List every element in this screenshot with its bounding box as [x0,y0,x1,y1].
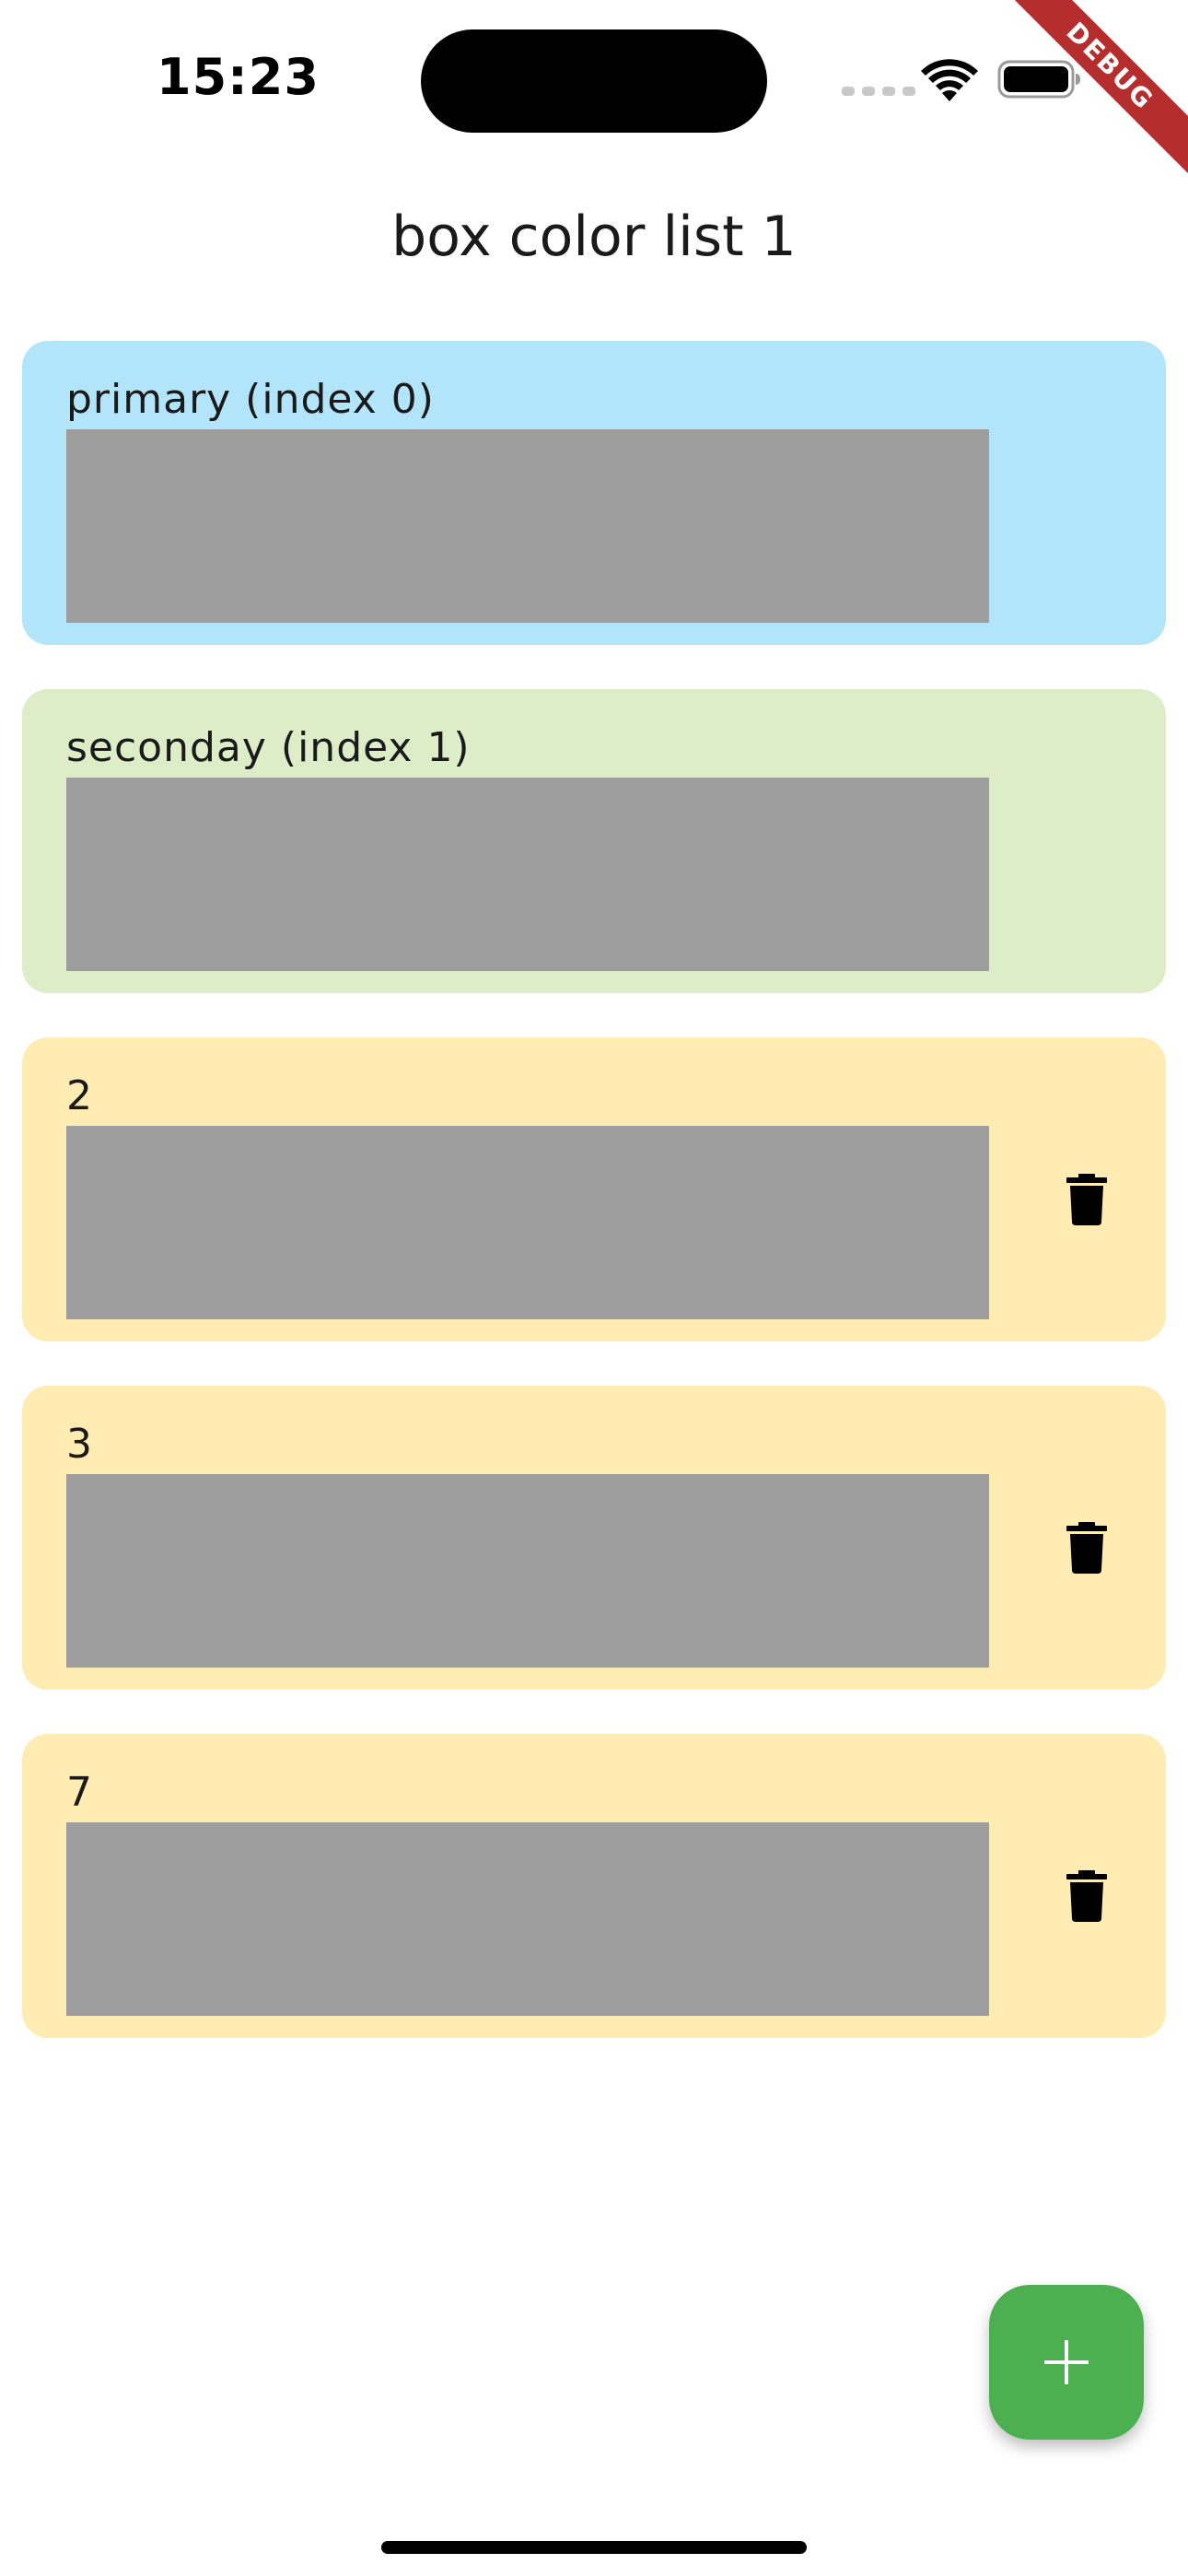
color-card-primary: primary (index 0) [22,341,1166,645]
color-swatch [66,1474,989,1668]
trash-icon [1066,1870,1107,1922]
card-label: 3 [66,1421,93,1468]
delete-button[interactable] [1039,1500,1135,1596]
page-title: box color list 1 [391,205,797,269]
color-card-3: 3 [22,1386,1166,1690]
color-swatch [66,1822,989,2016]
card-label: 2 [66,1072,93,1119]
trash-icon [1066,1522,1107,1574]
status-time: 15:23 [157,48,320,106]
battery-icon [997,60,1080,99]
color-swatch [66,778,989,971]
color-card-secondary: seconday (index 1) [22,689,1166,993]
card-label: seconday (index 1) [66,724,471,771]
wifi-icon [921,59,978,101]
trash-icon [1066,1174,1107,1225]
color-card-2: 2 [22,1037,1166,1341]
card-label: primary (index 0) [66,376,435,423]
card-label: 7 [66,1769,93,1816]
app-screen: 15:23 DEBUG box color list 1 primary (in… [0,0,1188,2576]
cellular-signal-icon [842,87,915,96]
color-swatch [66,429,989,623]
dynamic-island [421,29,767,133]
add-color-button[interactable] [989,2285,1144,2440]
delete-button[interactable] [1039,1848,1135,1944]
plus-icon [1044,2340,1089,2384]
home-indicator[interactable] [381,2541,807,2554]
color-swatch [66,1126,989,1319]
color-card-7: 7 [22,1734,1166,2038]
delete-button[interactable] [1039,1152,1135,1247]
